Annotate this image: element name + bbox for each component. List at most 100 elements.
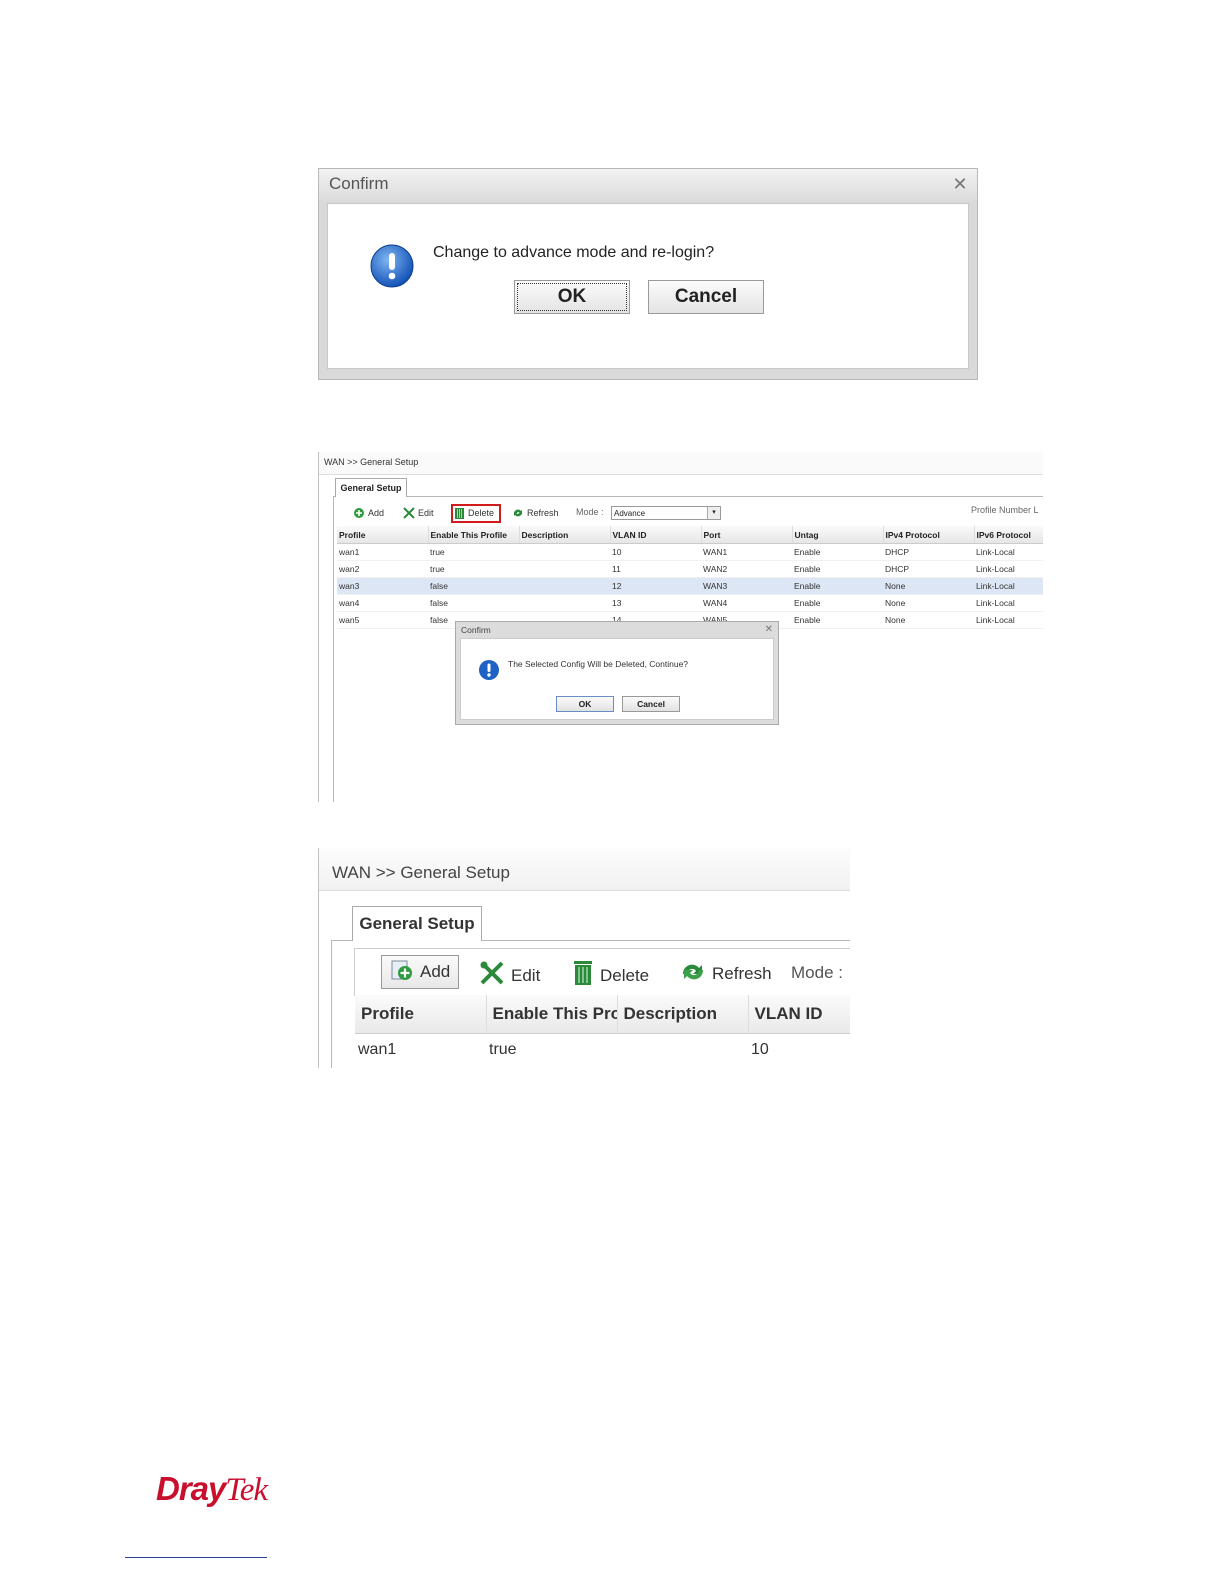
refresh-button[interactable]: Refresh bbox=[512, 507, 559, 519]
cell: 10 bbox=[751, 1041, 769, 1058]
table-row-selected[interactable]: wan3 false 12 WAN3 Enable None Link-Local bbox=[337, 577, 1043, 595]
add-button[interactable]: Add bbox=[381, 955, 460, 989]
col-header[interactable]: Profile bbox=[355, 995, 487, 1034]
cell: Enable bbox=[792, 577, 883, 595]
ok-button[interactable]: OK bbox=[514, 280, 630, 314]
profile-table: Profile Enable This Pro Description VLAN… bbox=[355, 995, 850, 1066]
trash-icon bbox=[574, 961, 592, 985]
table-row[interactable]: wan1 true 10 bbox=[355, 1034, 850, 1067]
logo-tek: Tek bbox=[225, 1472, 268, 1508]
mode-label: Mode : bbox=[791, 963, 843, 982]
cancel-button[interactable]: Cancel bbox=[648, 280, 764, 314]
edit-tools-icon bbox=[480, 961, 504, 985]
cell: Link-Local bbox=[974, 543, 1043, 561]
dialog-message: Change to advance mode and re-login? bbox=[433, 244, 715, 261]
cell: WAN1 bbox=[701, 543, 792, 561]
add-icon bbox=[354, 508, 364, 518]
table-row[interactable]: wan2 true 11 WAN2 Enable DHCP Link-Local bbox=[337, 560, 1043, 578]
info-exclamation-icon bbox=[479, 660, 499, 680]
col-header[interactable]: VLAN ID bbox=[610, 526, 702, 544]
col-header[interactable]: Untag bbox=[792, 526, 884, 544]
tab-general-setup[interactable]: General Setup bbox=[335, 478, 407, 497]
col-header[interactable]: Enable This Pro bbox=[486, 995, 618, 1034]
cell bbox=[519, 577, 610, 595]
cell: true bbox=[489, 1041, 517, 1058]
ok-button[interactable]: OK bbox=[556, 696, 614, 712]
cell: None bbox=[883, 577, 974, 595]
col-header[interactable]: Enable This Profile bbox=[428, 526, 520, 544]
cell: Link-Local bbox=[974, 594, 1043, 612]
chevron-down-icon[interactable]: ▾ bbox=[707, 507, 720, 519]
mode-select-value: Advance bbox=[614, 509, 646, 518]
edit-button[interactable]: Edit bbox=[403, 507, 434, 519]
col-header[interactable]: Description bbox=[519, 526, 611, 544]
cell: Link-Local bbox=[974, 577, 1043, 595]
add-label: Add bbox=[368, 508, 385, 518]
cell: 11 bbox=[610, 560, 701, 578]
refresh-icon bbox=[682, 964, 704, 980]
draytek-logo: DrayTek bbox=[156, 1470, 268, 1509]
confirm-dialog-delete: Confirm ✕ The Selected Config Will be De… bbox=[455, 621, 779, 725]
tab-general-setup[interactable]: General Setup bbox=[352, 906, 482, 941]
col-header[interactable]: IPv6 Protocol bbox=[974, 526, 1043, 544]
delete-button[interactable]: Delete bbox=[572, 960, 649, 986]
edit-tools-icon bbox=[403, 507, 415, 519]
edit-button[interactable]: Edit bbox=[479, 960, 540, 986]
cell bbox=[519, 560, 610, 578]
cell bbox=[617, 1034, 748, 1067]
mode-label: Mode : bbox=[576, 507, 604, 517]
add-icon bbox=[391, 960, 412, 980]
profile-number-label: Profile Number L bbox=[971, 505, 1039, 515]
cell: Enable bbox=[792, 594, 883, 612]
col-header[interactable]: IPv4 Protocol bbox=[883, 526, 975, 544]
refresh-label: Refresh bbox=[712, 964, 772, 983]
dialog-body bbox=[460, 638, 774, 720]
col-header[interactable]: Profile bbox=[337, 526, 429, 544]
table-row[interactable]: wan1 true 10 WAN1 Enable DHCP Link-Local bbox=[337, 543, 1043, 561]
col-header[interactable]: Description bbox=[617, 995, 749, 1034]
cell: wan1 bbox=[358, 1041, 397, 1058]
confirm-dialog-advance-mode: Confirm ✕ Change to advance mode and re-… bbox=[318, 168, 978, 380]
footer-divider bbox=[125, 1557, 267, 1558]
info-exclamation-icon bbox=[370, 244, 414, 288]
col-header[interactable]: Port bbox=[701, 526, 793, 544]
cell: Enable bbox=[792, 543, 883, 561]
cell: 10 bbox=[610, 543, 701, 561]
mode-select[interactable]: Advance ▾ bbox=[611, 506, 721, 520]
cell: Link-Local bbox=[974, 560, 1043, 578]
close-icon[interactable]: ✕ bbox=[765, 624, 773, 635]
cell: 13 bbox=[610, 594, 701, 612]
table-header-row: Profile Enable This Pro Description VLAN… bbox=[355, 995, 850, 1034]
refresh-label: Refresh bbox=[527, 508, 559, 518]
wan-general-setup-zoomed: WAN >> General Setup General Setup Add E… bbox=[318, 848, 850, 1068]
cell: 12 bbox=[610, 577, 701, 595]
refresh-icon bbox=[513, 509, 523, 517]
refresh-button[interactable]: Refresh bbox=[680, 960, 772, 986]
wan-general-setup-panel: WAN >> General Setup General Setup Add E… bbox=[318, 452, 1043, 802]
table-row[interactable]: wan4 false 13 WAN4 Enable None Link-Local bbox=[337, 594, 1043, 612]
cell: DHCP bbox=[883, 543, 974, 561]
dialog-titlebar: Confirm ✕ bbox=[319, 169, 977, 201]
logo-dray: Dray bbox=[156, 1470, 226, 1507]
close-icon[interactable]: ✕ bbox=[951, 175, 969, 193]
col-header[interactable]: VLAN ID bbox=[748, 995, 850, 1034]
cell: Link-Local bbox=[974, 611, 1043, 629]
profile-table: Profile Enable This Profile Description … bbox=[337, 526, 1043, 629]
add-button[interactable]: Add bbox=[353, 507, 384, 519]
table-header-row: Profile Enable This Profile Description … bbox=[337, 526, 1043, 544]
cell: Enable bbox=[792, 560, 883, 578]
cell: WAN2 bbox=[701, 560, 792, 578]
add-label: Add bbox=[420, 962, 451, 981]
cell: false bbox=[428, 577, 519, 595]
header-bar bbox=[319, 452, 1043, 475]
dialog-title: Confirm bbox=[329, 174, 389, 193]
cancel-button[interactable]: Cancel bbox=[622, 696, 680, 712]
delete-highlight-box bbox=[451, 504, 501, 523]
cell bbox=[519, 594, 610, 612]
cell: wan3 bbox=[337, 577, 428, 595]
breadcrumb: WAN >> General Setup bbox=[324, 457, 419, 467]
cell: wan5 bbox=[337, 611, 428, 629]
breadcrumb: WAN >> General Setup bbox=[332, 863, 510, 882]
cell: wan4 bbox=[337, 594, 428, 612]
cell: false bbox=[428, 594, 519, 612]
